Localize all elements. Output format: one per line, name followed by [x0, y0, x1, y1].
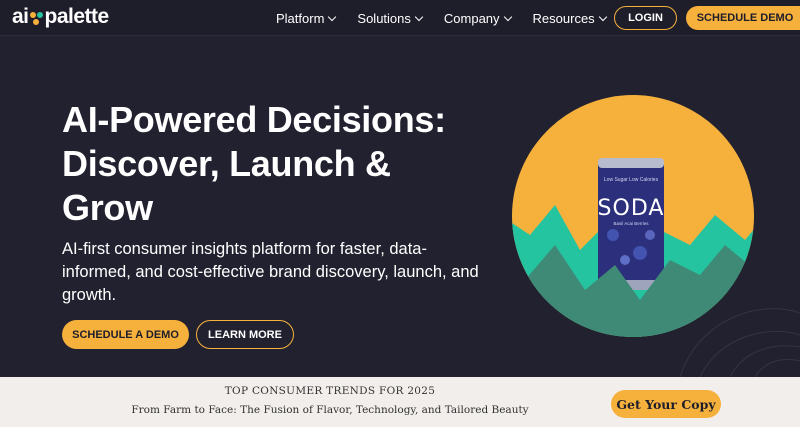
hero-illustration: Low Sugar Low Calories SODA Basil Acai B… [500, 85, 800, 378]
trends-banner: TOP CONSUMER TRENDS FOR 2025 From Farm t… [0, 377, 800, 427]
chevron-down-icon [414, 12, 424, 21]
logo-text-palette: palette [44, 5, 110, 28]
menu-solutions-label: Solutions [357, 10, 411, 26]
brand-logo[interactable]: ai palette [12, 5, 109, 29]
chevron-down-icon [503, 12, 512, 21]
get-your-copy-button[interactable]: Get Your Copy [611, 390, 721, 418]
top-nav: ai palette Platform Solutions Company Re… [0, 0, 800, 36]
hero-illustration-svg: Low Sugar Low Calories SODA Basil Acai B… [512, 95, 800, 378]
menu-platform-label: Platform [276, 10, 325, 26]
banner-subtitle: From Farm to Face: The Fusion of Flavor,… [131, 404, 529, 416]
soda-can: Low Sugar Low Calories SODA Basil Acai B… [598, 158, 665, 290]
learn-more-button[interactable]: LEARN MORE [196, 320, 294, 349]
can-top-text: Low Sugar Low Calories [604, 177, 659, 183]
chevron-down-icon [598, 12, 607, 21]
menu-solutions[interactable]: Solutions [357, 10, 424, 26]
menu-platform[interactable]: Platform [276, 10, 337, 26]
menu-company-label: Company [443, 10, 500, 26]
logo-text-ai: ai [12, 5, 29, 28]
hero-subtitle: AI-first consumer insights platform for … [62, 240, 479, 304]
chevron-down-icon [328, 12, 337, 21]
schedule-demo-button[interactable]: SCHEDULE DEMO [686, 6, 800, 30]
can-flavor-text: Basil Acai Berries [613, 221, 649, 226]
menu-company[interactable]: Company [443, 10, 512, 26]
hero-title: AI-Powered Decisions: Discover, Launch &… [62, 99, 446, 228]
schedule-a-demo-button[interactable]: SCHEDULE A DEMO [62, 320, 189, 349]
login-button[interactable]: LOGIN [614, 6, 677, 30]
logo-dots-icon [29, 6, 44, 28]
menu-resources-label: Resources [532, 10, 595, 26]
banner-title: TOP CONSUMER TRENDS FOR 2025 [224, 385, 436, 397]
can-brand-text: SODA [598, 196, 665, 221]
main-menu: Platform Solutions Company Resources [276, 0, 607, 36]
menu-resources[interactable]: Resources [532, 10, 607, 26]
